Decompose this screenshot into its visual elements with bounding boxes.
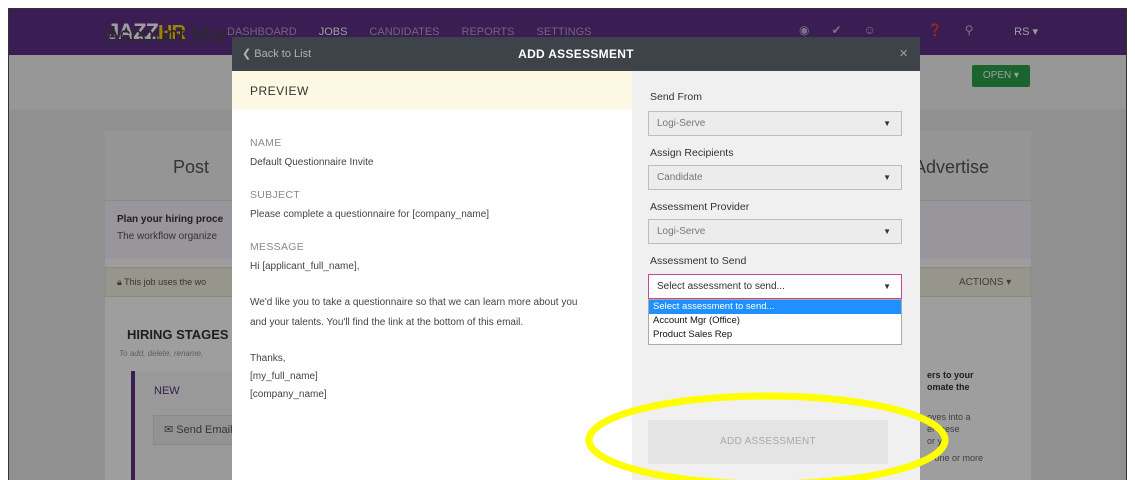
name-label: NAME	[250, 137, 282, 149]
assessment-to-send-label: Assessment to Send	[650, 255, 747, 267]
message-label: MESSAGE	[250, 241, 305, 253]
preview-bar: PREVIEW	[232, 71, 632, 109]
add-assessment-modal: ❮ Back to List ADD ASSESSMENT × PREVIEW …	[232, 37, 920, 480]
subject-value: Please complete a questionnaire for [com…	[250, 209, 490, 220]
modal-header: ❮ Back to List ADD ASSESSMENT ×	[232, 37, 920, 71]
message-line: Thanks,	[250, 353, 286, 364]
assessment-provider-select[interactable]: Logi-Serve ▼	[648, 219, 902, 244]
dropdown-option[interactable]: Product Sales Rep	[649, 328, 901, 342]
chevron-down-icon: ▼	[883, 282, 891, 291]
app-frame: JAZZHR DASHBOARD JOBS CANDIDATES REPORTS…	[8, 8, 1127, 480]
message-line: and your talents. You'll find the link a…	[250, 317, 524, 328]
message-line: [my_full_name]	[250, 371, 318, 382]
assign-recipients-label: Assign Recipients	[650, 147, 734, 159]
add-assessment-button[interactable]: ADD ASSESSMENT	[648, 420, 888, 464]
message-line: Hi [applicant_full_name],	[250, 261, 360, 272]
name-value: Default Questionnaire Invite	[250, 157, 374, 168]
chevron-down-icon: ▼	[883, 173, 891, 182]
chevron-down-icon: ▼	[883, 227, 891, 236]
dropdown-option[interactable]: Account Mgr (Office)	[649, 314, 901, 328]
assign-recipients-select[interactable]: Candidate ▼	[648, 165, 902, 190]
preview-heading: PREVIEW	[250, 84, 309, 98]
form-column: Send From Logi-Serve ▼ Assign Recipients …	[632, 71, 920, 480]
modal-title: ADD ASSESSMENT	[518, 47, 634, 61]
preview-column: PREVIEW NAME Default Questionnaire Invit…	[232, 71, 632, 480]
assessment-dropdown-list: Select assessment to send... Account Mgr…	[648, 299, 902, 345]
assessment-to-send-select[interactable]: Select assessment to send... ▼	[648, 274, 902, 299]
message-line: We'd like you to take a questionnaire so…	[250, 297, 578, 308]
dropdown-option[interactable]: Select assessment to send...	[649, 300, 901, 314]
message-line: [company_name]	[250, 389, 327, 400]
close-icon[interactable]: ×	[899, 45, 908, 62]
assessment-provider-label: Assessment Provider	[650, 201, 750, 213]
chevron-down-icon: ▼	[883, 119, 891, 128]
send-from-label: Send From	[650, 91, 702, 103]
subject-label: SUBJECT	[250, 189, 300, 201]
send-from-select[interactable]: Logi-Serve ▼	[648, 111, 902, 136]
